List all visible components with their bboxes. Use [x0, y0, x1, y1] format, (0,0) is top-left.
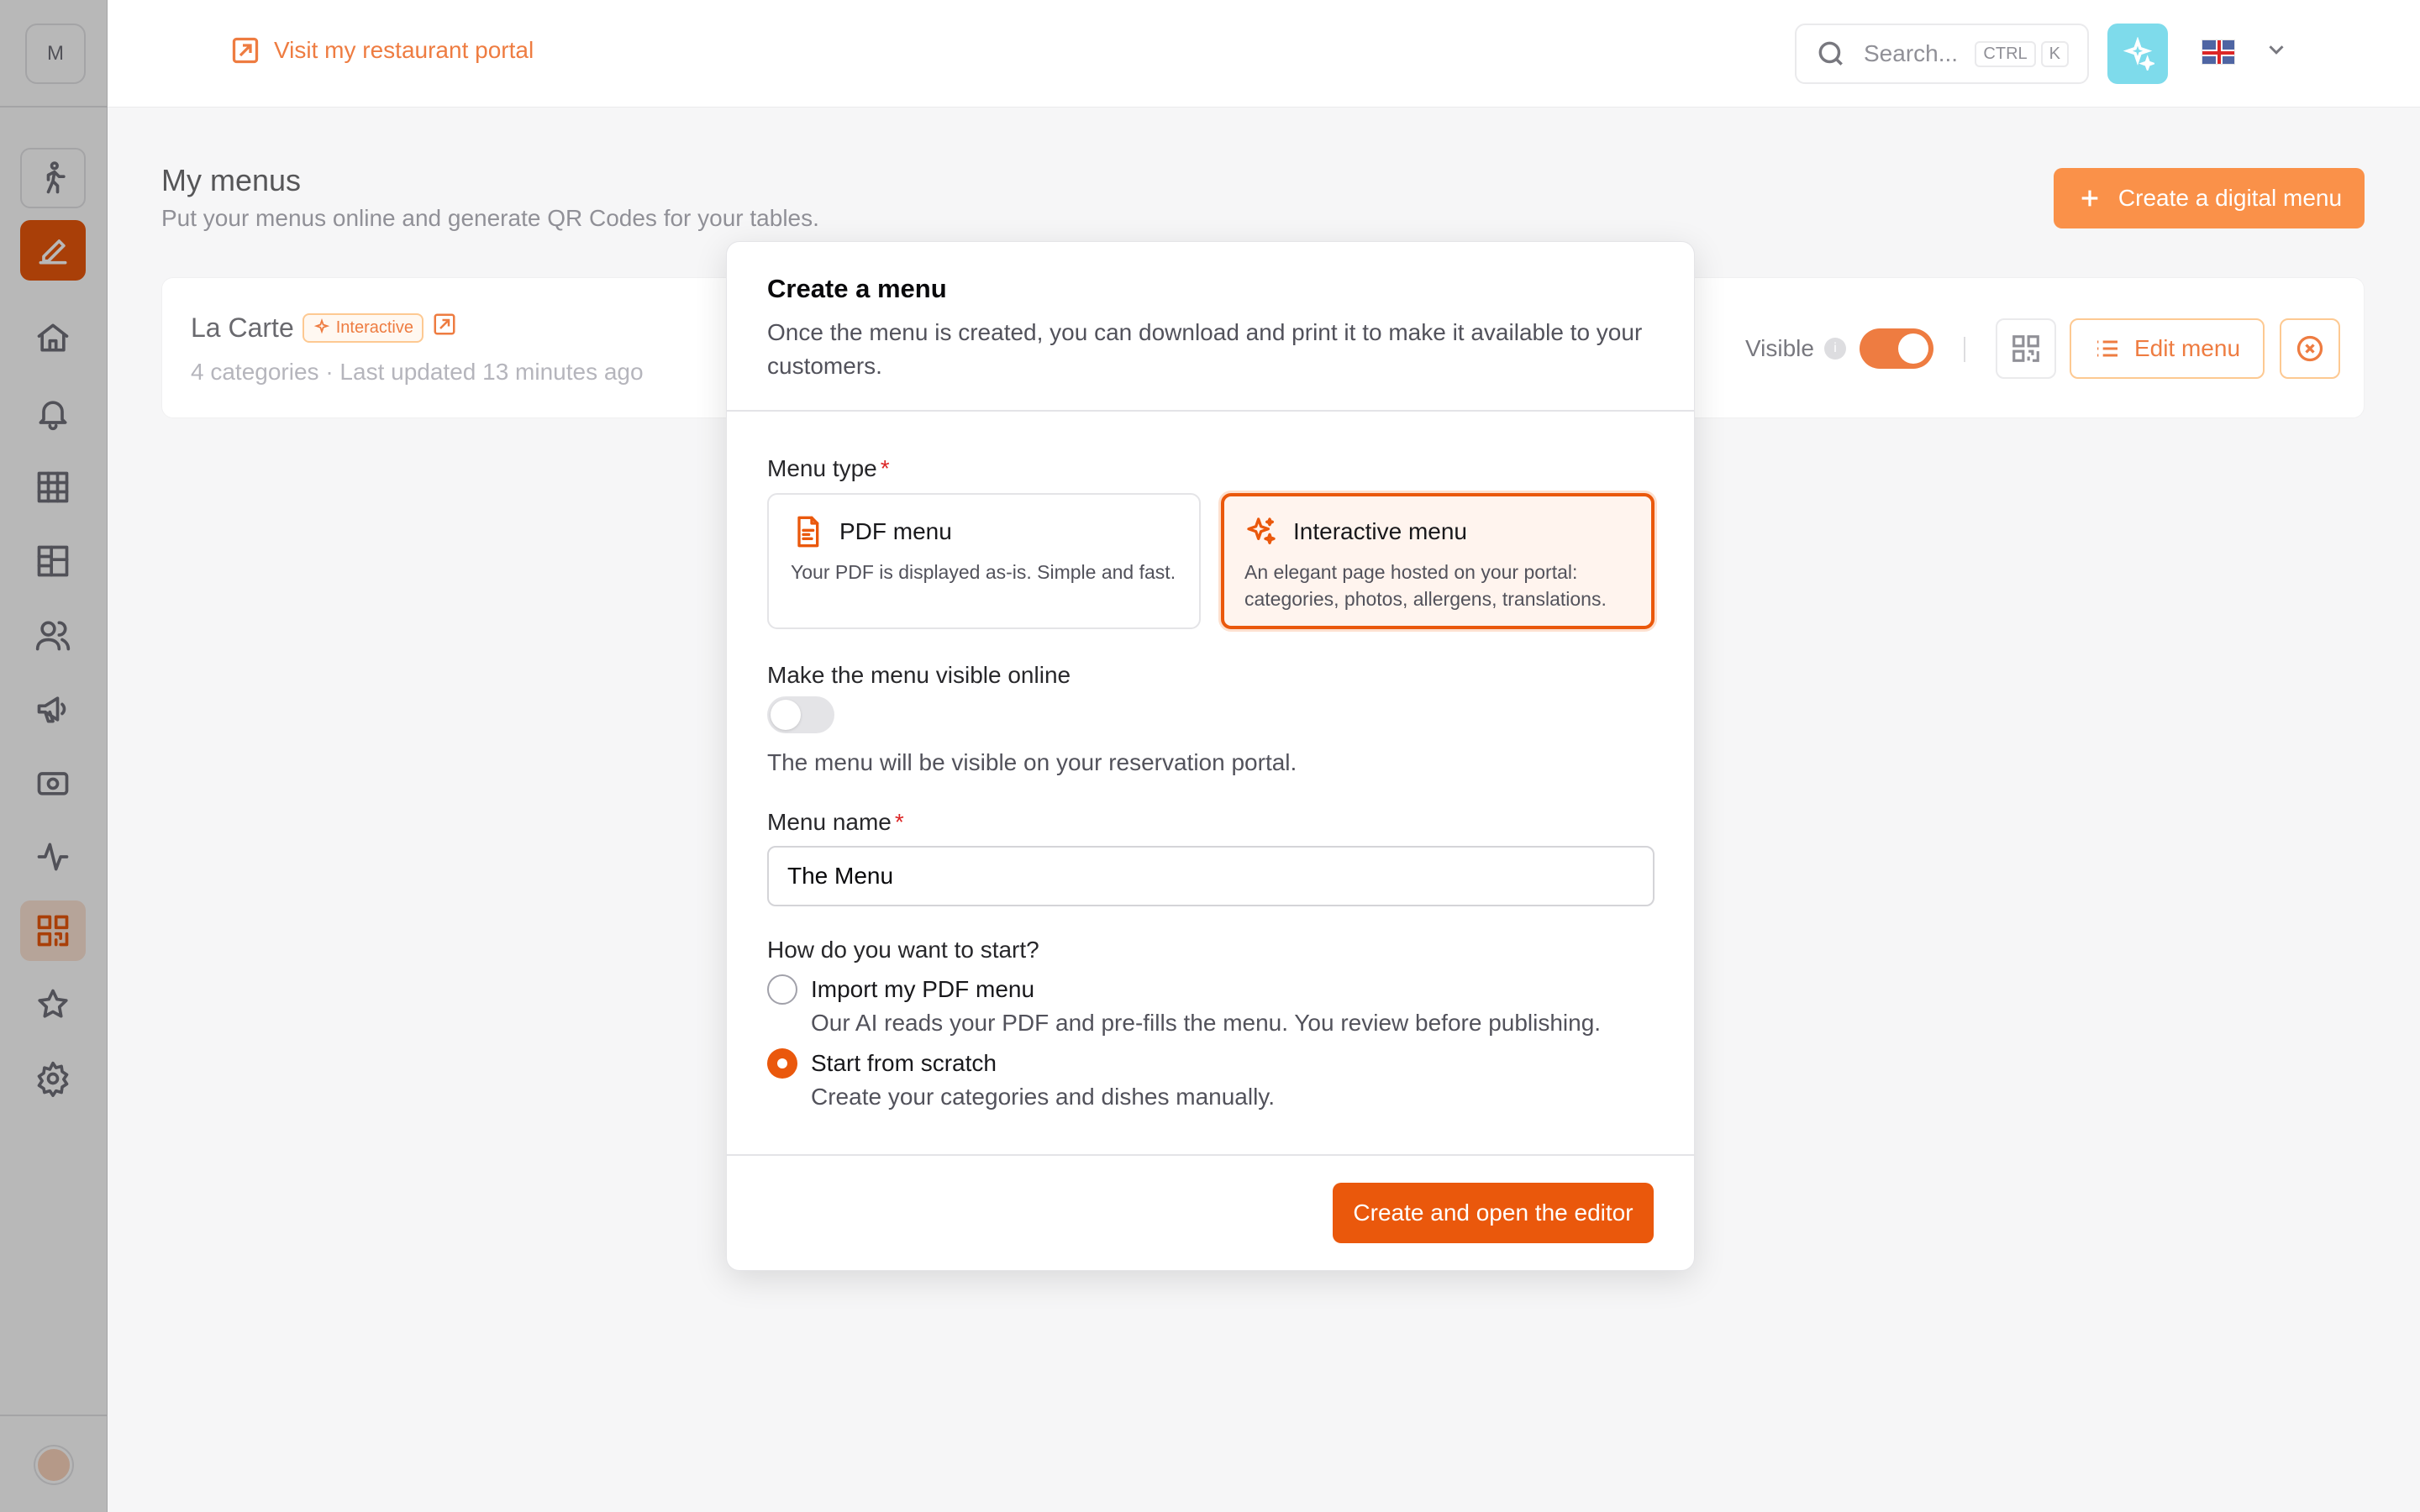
- interactive-menu-desc: An elegant page hosted on your portal: c…: [1244, 561, 1607, 610]
- pdf-menu-desc: Your PDF is displayed as-is. Simple and …: [791, 561, 1176, 583]
- pdf-menu-title: PDF menu: [839, 518, 952, 544]
- radio-import-pdf[interactable]: Import my PDF menu: [767, 974, 1034, 1005]
- menu-type-label-text: Menu type: [767, 455, 877, 481]
- menu-name-label-text: Menu name: [767, 809, 892, 835]
- create-menu-dialog: Create a menu Once the menu is created, …: [726, 241, 1695, 1271]
- menu-name-input[interactable]: [767, 846, 1655, 906]
- start-label: How do you want to start?: [767, 937, 1039, 963]
- interactive-menu-head: Interactive menu: [1244, 515, 1631, 549]
- import-pdf-desc: Our AI reads your PDF and pre-fills the …: [811, 1010, 1602, 1036]
- document-icon: [797, 516, 819, 548]
- import-pdf-label: Import my PDF menu: [811, 976, 1035, 1002]
- visible-online-toggle[interactable]: [767, 696, 834, 733]
- dialog-header: Create a menu Once the menu is created, …: [727, 242, 1694, 412]
- menu-name-label: Menu name *: [767, 809, 904, 836]
- required-mark: *: [880, 455, 890, 481]
- menu-type-label: Menu type *: [767, 455, 890, 482]
- sparkles-icon: [1247, 517, 1276, 544]
- sidebar-backdrop: [0, 0, 108, 1512]
- app-root: M Visit my restaurant portal Search... C…: [0, 0, 2420, 1512]
- dialog-description: Once the menu is created, you can downlo…: [767, 319, 1643, 379]
- radio-button-checked[interactable]: [767, 1048, 797, 1079]
- start-scratch-desc: Create your categories and dishes manual…: [811, 1084, 1276, 1110]
- create-and-open-editor-button[interactable]: Create and open the editor: [1333, 1183, 1654, 1243]
- required-mark: *: [894, 809, 904, 835]
- pdf-menu-head: PDF menu: [791, 515, 1177, 549]
- interactive-menu-title: Interactive menu: [1293, 518, 1467, 544]
- interactive-menu-option[interactable]: Interactive menu An elegant page hosted …: [1221, 493, 1655, 629]
- radio-button[interactable]: [767, 974, 797, 1005]
- pdf-menu-option[interactable]: PDF menu Your PDF is displayed as-is. Si…: [767, 493, 1201, 629]
- visible-online-label: Make the menu visible online: [767, 662, 1071, 688]
- dialog-title: Create a menu: [767, 274, 947, 303]
- dialog-footer: Create and open the editor: [727, 1154, 1694, 1272]
- visible-online-help: The menu will be visible on your reserva…: [767, 749, 1297, 775]
- start-scratch-label: Start from scratch: [811, 1050, 997, 1076]
- radio-start-scratch[interactable]: Start from scratch: [767, 1048, 997, 1079]
